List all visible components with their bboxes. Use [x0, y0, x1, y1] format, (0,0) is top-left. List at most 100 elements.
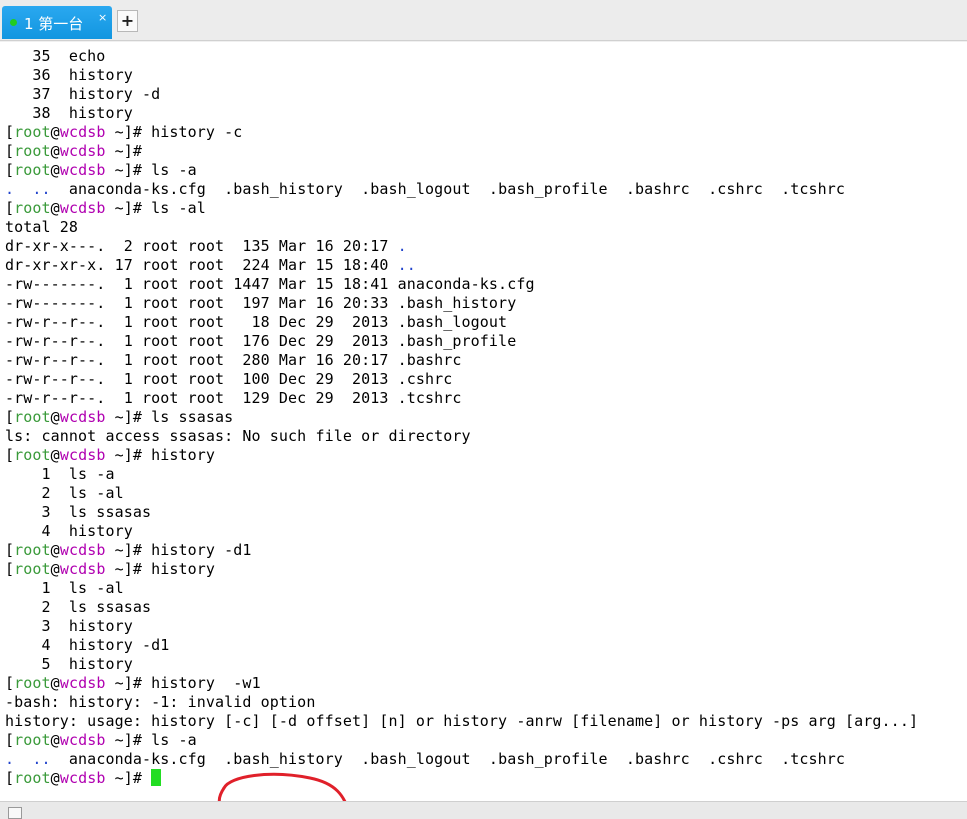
terminal-line: 2 ls -al [5, 484, 124, 502]
command-text: ls ssasas [151, 408, 234, 426]
connection-status-icon [10, 19, 17, 26]
terminal-line: 38 history [5, 104, 133, 122]
prompt-tail: ~]# [105, 408, 152, 426]
prompt-user: root [14, 123, 51, 141]
command-text: history -d1 [151, 541, 252, 559]
command-text: history -w1 [151, 674, 261, 692]
terminal-line: [root@wcdsb ~]# history [5, 446, 918, 465]
prompt-user: root [14, 560, 51, 578]
terminal-line: -rw-r--r--. 1 root root 100 Dec 29 2013 … [5, 370, 453, 388]
prompt-host: wcdsb [59, 123, 106, 141]
terminal-line: [root@wcdsb ~]# [5, 142, 918, 161]
prompt-at: @ [50, 142, 60, 160]
tab-bar: 1 第一台 × + [0, 0, 967, 41]
prompt-user: root [14, 161, 51, 179]
dir-entry: . [397, 237, 407, 255]
dir-entry: .. [397, 256, 416, 274]
terminal-line: [root@wcdsb ~]# history -d1 [5, 541, 918, 560]
terminal-line: 35 echo [5, 47, 106, 65]
prompt-user: root [14, 731, 51, 749]
prompt-host: wcdsb [59, 560, 106, 578]
terminal-line: . .. anaconda-ks.cfg .bash_history .bash… [5, 180, 918, 199]
prompt-user: root [14, 408, 51, 426]
terminal-output[interactable]: 35 echo 36 history 37 history -d 38 hist… [0, 42, 967, 801]
terminal-line: . .. anaconda-ks.cfg .bash_history .bash… [5, 750, 918, 769]
dir-entry: . .. [5, 180, 69, 198]
prompt-host: wcdsb [59, 161, 106, 179]
terminal-line: 4 history -d1 [5, 636, 170, 654]
prompt-at: @ [50, 161, 60, 179]
terminal-line: 37 history -d [5, 85, 161, 103]
prompt-bracket: [ [5, 408, 15, 426]
terminal-line: [root@wcdsb ~]# ls ssasas [5, 408, 918, 427]
tab-close-icon[interactable]: × [98, 11, 107, 24]
terminal-line: -rw-r--r--. 1 root root 18 Dec 29 2013 .… [5, 313, 508, 331]
prompt-tail: ~]# [105, 446, 152, 464]
terminal-line: [root@wcdsb ~]# [5, 769, 918, 788]
terminal-line: -rw-r--r--. 1 root root 129 Dec 29 2013 … [5, 389, 462, 407]
prompt-host: wcdsb [59, 769, 106, 787]
prompt-at: @ [50, 541, 60, 559]
terminal-line: [root@wcdsb ~]# ls -a [5, 731, 918, 750]
listing-prefix: dr-xr-x---. 2 root root 135 Mar 16 20:17 [5, 237, 398, 255]
terminal-line: history: usage: history [-c] [-d offset]… [5, 712, 919, 730]
terminal-line: 1 ls -a [5, 465, 115, 483]
terminal-line: 4 history [5, 522, 133, 540]
command-text: history [151, 446, 216, 464]
prompt-tail: ~]# [105, 560, 152, 578]
prompt-bracket: [ [5, 161, 15, 179]
prompt-user: root [14, 769, 51, 787]
prompt-at: @ [50, 560, 60, 578]
terminal-line: [root@wcdsb ~]# ls -al [5, 199, 918, 218]
prompt-bracket: [ [5, 674, 15, 692]
prompt-bracket: [ [5, 769, 15, 787]
prompt-bracket: [ [5, 123, 15, 141]
prompt-user: root [14, 142, 51, 160]
prompt-user: root [14, 446, 51, 464]
prompt-bracket: [ [5, 446, 15, 464]
file-list: anaconda-ks.cfg .bash_history .bash_logo… [68, 180, 846, 198]
prompt-host: wcdsb [59, 142, 106, 160]
prompt-tail: ~]# [105, 161, 152, 179]
terminal-line: -rw-r--r--. 1 root root 280 Mar 16 20:17… [5, 351, 462, 369]
command-text: history -c [151, 123, 243, 141]
prompt-tail: ~]# [105, 769, 152, 787]
prompt-at: @ [50, 199, 60, 217]
terminal-line: 5 history [5, 655, 133, 673]
command-text: history [151, 560, 216, 578]
prompt-user: root [14, 199, 51, 217]
prompt-at: @ [50, 446, 60, 464]
prompt-bracket: [ [5, 731, 15, 749]
prompt-host: wcdsb [59, 408, 106, 426]
prompt-host: wcdsb [59, 731, 106, 749]
terminal-line: -rw-------. 1 root root 197 Mar 16 20:33… [5, 294, 517, 312]
terminal-line: 3 history [5, 617, 133, 635]
prompt-bracket: [ [5, 541, 15, 559]
terminal-line: 1 ls -al [5, 579, 124, 597]
listing-prefix: dr-xr-xr-x. 17 root root 224 Mar 15 18:4… [5, 256, 398, 274]
dir-entry: . .. [5, 750, 69, 768]
prompt-at: @ [50, 408, 60, 426]
terminal-line: 3 ls ssasas [5, 503, 152, 521]
prompt-host: wcdsb [59, 199, 106, 217]
terminal-line: [root@wcdsb ~]# history [5, 560, 918, 579]
command-text: ls -a [151, 731, 197, 749]
terminal-line: 36 history [5, 66, 133, 84]
prompt-at: @ [50, 674, 60, 692]
terminal-line: -bash: history: -1: invalid option [5, 693, 316, 711]
prompt-bracket: [ [5, 560, 15, 578]
new-tab-button[interactable]: + [117, 10, 138, 32]
prompt-at: @ [50, 123, 60, 141]
prompt-bracket: [ [5, 142, 15, 160]
prompt-tail: ~]# [105, 541, 152, 559]
terminal-line: dr-xr-xr-x. 17 root root 224 Mar 15 18:4… [5, 256, 918, 275]
terminal-line: [root@wcdsb ~]# history -w1 [5, 674, 918, 693]
prompt-tail: ~]# [105, 731, 152, 749]
prompt-tail: ~]# [105, 123, 152, 141]
prompt-tail: ~]# [105, 199, 152, 217]
command-text: ls -a [151, 161, 197, 179]
prompt-bracket: [ [5, 199, 15, 217]
tab-session-1[interactable]: 1 第一台 × [2, 6, 112, 39]
terminal-line: -rw-r--r--. 1 root root 176 Dec 29 2013 … [5, 332, 517, 350]
terminal-line: total 28 [5, 218, 79, 236]
